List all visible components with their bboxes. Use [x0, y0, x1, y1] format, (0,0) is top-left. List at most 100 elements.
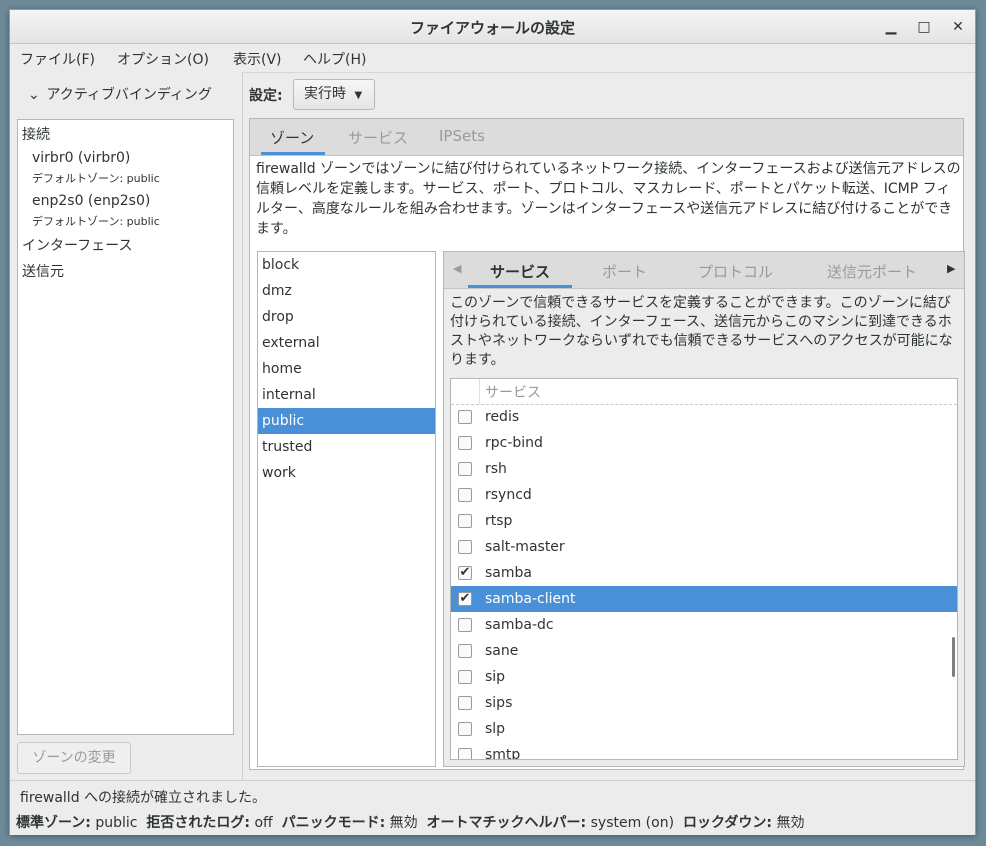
default-zone-value: public	[95, 815, 138, 831]
zone-item[interactable]: external	[258, 330, 435, 356]
zone-item[interactable]: internal	[258, 382, 435, 408]
change-zone-button[interactable]: ゾーンの変更	[17, 742, 131, 774]
connection-status: firewalld への接続が確立されました。	[20, 790, 267, 806]
connection-item-zone: デフォルトゾーン: public	[32, 215, 160, 228]
service-row[interactable]: rsyncd	[451, 482, 957, 508]
service-row[interactable]: rtsp	[451, 508, 957, 534]
connection-item-name[interactable]: enp2s0 (enp2s0)	[32, 193, 150, 209]
settings-label: 設定:	[249, 88, 283, 104]
connections-section-label[interactable]: 接続	[22, 124, 50, 144]
chevron-down-icon: ⌄	[28, 87, 40, 103]
service-name: slp	[485, 721, 506, 737]
service-name: rtsp	[485, 513, 513, 529]
service-row[interactable]: samba-dc	[451, 612, 957, 638]
tab-zone-protocols[interactable]: プロトコル	[698, 261, 773, 282]
main-tab-bar: ゾーン サービス IPSets	[250, 119, 963, 156]
service-row[interactable]: smtp	[451, 742, 957, 760]
service-row[interactable]: sip	[451, 664, 957, 690]
service-name: rsh	[485, 461, 507, 477]
window-title: ファイアウォールの設定	[409, 19, 575, 37]
service-name: rsyncd	[485, 487, 532, 503]
scroll-right-icon[interactable]: ▶	[947, 262, 955, 275]
zone-item[interactable]: drop	[258, 304, 435, 330]
service-name: sane	[485, 643, 519, 659]
service-name: salt-master	[485, 539, 565, 555]
bindings-list: 接続 virbr0 (virbr0) デフォルトゾーン: public enp2…	[17, 119, 234, 735]
connection-item-zone: デフォルトゾーン: public	[32, 172, 160, 185]
menu-options[interactable]: オプション(O)	[117, 49, 209, 69]
zone-item[interactable]: trusted	[258, 434, 435, 460]
service-checkbox[interactable]: ✔	[458, 566, 472, 580]
zone-settings-notebook: ◀ サービス ポート プロトコル 送信元ポート ▶ このゾーンで信頼できるサービ…	[443, 251, 965, 767]
services-column-header[interactable]: サービス	[485, 382, 541, 402]
service-row[interactable]: slp	[451, 716, 957, 742]
configuration-mode-dropdown[interactable]: 実行時 ▼	[293, 79, 375, 110]
default-zone-label: 標準ゾーン:	[16, 815, 91, 831]
denied-log-label: 拒否されたログ:	[146, 815, 250, 831]
service-name: smtp	[485, 747, 521, 760]
service-row[interactable]: rsh	[451, 456, 957, 482]
service-checkbox[interactable]	[458, 410, 472, 424]
tab-zones[interactable]: ゾーン	[270, 127, 314, 148]
active-bindings-label: アクティブバインディング	[46, 87, 212, 103]
auto-helper-value: system (on)	[590, 815, 675, 831]
service-row[interactable]: redis	[451, 404, 957, 430]
service-row[interactable]: sips	[451, 690, 957, 716]
zone-item[interactable]: dmz	[258, 278, 435, 304]
zone-item-selected[interactable]: public	[258, 408, 435, 434]
panic-mode-label: パニックモード:	[281, 815, 386, 831]
zone-settings-tab-bar: ◀ サービス ポート プロトコル 送信元ポート ▶	[444, 252, 964, 289]
service-row-selected[interactable]: ✔ samba-client	[451, 586, 957, 612]
connection-item-name[interactable]: virbr0 (virbr0)	[32, 150, 130, 166]
service-checkbox[interactable]	[458, 644, 472, 658]
menu-view[interactable]: 表示(V)	[233, 49, 282, 69]
service-checkbox[interactable]: ✔	[458, 592, 472, 606]
zone-item[interactable]: home	[258, 356, 435, 382]
service-row[interactable]: sane	[451, 638, 957, 664]
service-checkbox[interactable]	[458, 436, 472, 450]
service-checkbox[interactable]	[458, 618, 472, 632]
service-name: sip	[485, 669, 506, 685]
active-tab-indicator	[261, 152, 325, 155]
configuration-mode-value: 実行時	[304, 86, 346, 102]
minimize-icon[interactable]: ▁	[880, 16, 902, 38]
status-details: 標準ゾーン: public 拒否されたログ: off パニックモード: 無効 オ…	[16, 812, 804, 832]
scroll-left-icon[interactable]: ◀	[453, 262, 461, 275]
service-checkbox[interactable]	[458, 462, 472, 476]
scrollbar-thumb[interactable]	[952, 637, 955, 677]
active-bindings-header[interactable]: ⌄ アクティブバインディング	[28, 84, 212, 104]
service-row[interactable]: rpc-bind	[451, 430, 957, 456]
menu-file[interactable]: ファイル(F)	[20, 49, 95, 69]
service-checkbox[interactable]	[458, 722, 472, 736]
service-name: redis	[485, 409, 520, 425]
service-row[interactable]: salt-master	[451, 534, 957, 560]
service-name: sips	[485, 695, 513, 711]
service-checkbox[interactable]	[458, 540, 472, 554]
title-bar[interactable]: ファイアウォールの設定 ▁ □ ✕	[10, 10, 975, 44]
zone-item[interactable]: block	[258, 252, 435, 278]
sources-section-label[interactable]: 送信元	[22, 261, 64, 281]
service-checkbox[interactable]	[458, 488, 472, 502]
zone-item[interactable]: work	[258, 460, 435, 486]
tab-ipsets[interactable]: IPSets	[439, 127, 485, 145]
service-checkbox[interactable]	[458, 748, 472, 759]
service-checkbox[interactable]	[458, 696, 472, 710]
tab-services[interactable]: サービス	[348, 127, 408, 148]
interfaces-section-label[interactable]: インターフェース	[22, 235, 132, 255]
denied-log-value: off	[254, 815, 273, 831]
tab-zone-ports[interactable]: ポート	[602, 261, 647, 282]
service-checkbox[interactable]	[458, 670, 472, 684]
service-name: samba-client	[485, 591, 576, 607]
tab-zone-services[interactable]: サービス	[490, 261, 550, 282]
tab-zone-source-ports[interactable]: 送信元ポート	[827, 261, 917, 282]
column-separator	[479, 379, 480, 404]
service-row[interactable]: ✔ samba	[451, 560, 957, 586]
menu-help[interactable]: ヘルプ(H)	[303, 49, 366, 69]
services-description: このゾーンで信頼できるサービスを定義することができます。このゾーンに結び付けられ…	[450, 295, 953, 368]
close-icon[interactable]: ✕	[947, 16, 969, 38]
service-checkbox[interactable]	[458, 514, 472, 528]
maximize-icon[interactable]: □	[913, 16, 935, 38]
menu-bar: ファイル(F) オプション(O) 表示(V) ヘルプ(H)	[10, 44, 975, 73]
active-bindings-pane: ⌄ アクティブバインディング 接続 virbr0 (virbr0) デフォルトゾ…	[10, 72, 243, 780]
services-table: サービス redis rpc-bind rsh rsyncd rtsp salt-mast…	[450, 378, 958, 760]
